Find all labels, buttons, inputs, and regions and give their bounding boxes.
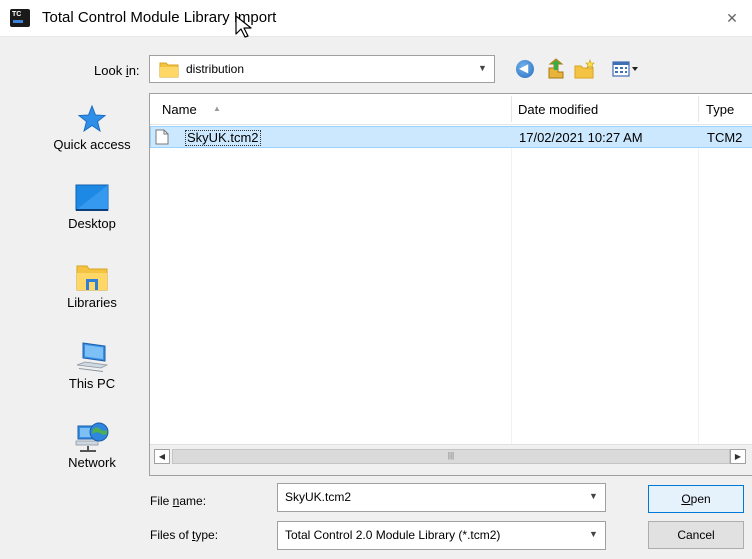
chevron-down-icon[interactable]: ▼	[589, 529, 598, 539]
star-icon	[77, 104, 107, 133]
look-in-dropdown[interactable]: distribution ▼	[149, 55, 495, 83]
place-network[interactable]: Network	[27, 420, 157, 470]
column-header-type[interactable]: Type	[706, 102, 734, 117]
file-icon	[155, 129, 169, 145]
place-label: This PC	[68, 376, 116, 391]
column-gridline	[511, 124, 512, 460]
back-arrow-icon: ◀	[519, 61, 529, 75]
place-label: Desktop	[68, 216, 116, 231]
chevron-down-icon[interactable]: ▼	[589, 491, 598, 501]
new-folder-button[interactable]	[573, 58, 597, 80]
place-desktop[interactable]: Desktop	[27, 183, 157, 231]
file-type-value: Total Control 2.0 Module Library (*.tcm2…	[285, 528, 501, 542]
import-dialog: TC Total Control Module Library Import ✕…	[0, 0, 752, 559]
chevron-down-icon: ▼	[478, 63, 487, 73]
computer-icon	[76, 342, 109, 372]
file-list[interactable]: Name ▲ Date modified Type SkyUK.tcm2 17/…	[149, 93, 752, 476]
file-name-cell: SkyUK.tcm2	[185, 130, 261, 146]
scroll-right-button[interactable]: ▶	[730, 449, 746, 464]
sort-ascending-icon: ▲	[213, 104, 221, 113]
place-label: Libraries	[67, 295, 117, 310]
up-one-level-button[interactable]	[545, 58, 567, 80]
file-date-cell: 17/02/2021 10:27 AM	[519, 130, 643, 145]
file-list-header: Name ▲ Date modified Type	[150, 94, 752, 125]
scroll-left-button[interactable]: ◀	[154, 449, 170, 464]
view-menu-button[interactable]	[611, 59, 639, 79]
horizontal-scrollbar[interactable]: ◀ ||| ▶	[150, 444, 752, 475]
close-button[interactable]: ✕	[722, 9, 742, 27]
libraries-icon	[76, 265, 108, 291]
file-row[interactable]: SkyUK.tcm2 17/02/2021 10:27 AM TCM2	[150, 126, 752, 148]
desktop-icon	[75, 184, 109, 211]
column-header-date-modified[interactable]: Date modified	[518, 102, 598, 117]
network-icon	[75, 422, 109, 452]
back-button[interactable]: ◀	[516, 60, 534, 78]
column-divider[interactable]	[511, 96, 512, 122]
column-gridline	[698, 124, 699, 460]
app-icon-text: TC	[12, 11, 22, 18]
title-bar[interactable]: TC Total Control Module Library Import ✕	[0, 0, 752, 37]
file-type-cell: TCM2	[707, 130, 743, 145]
file-type-label: Files of type:	[150, 528, 219, 542]
look-in-label: Look in:	[94, 63, 140, 78]
place-label: Quick access	[53, 137, 131, 152]
place-this-pc[interactable]: This PC	[27, 341, 157, 391]
folder-icon	[159, 62, 179, 78]
mouse-cursor-icon	[235, 15, 252, 38]
place-quick-access[interactable]: Quick access	[27, 104, 157, 152]
app-icon: TC	[10, 9, 30, 27]
column-divider[interactable]	[698, 96, 699, 122]
cancel-button[interactable]: Cancel	[648, 521, 744, 549]
file-type-dropdown[interactable]: Total Control 2.0 Module Library (*.tcm2…	[277, 521, 606, 550]
place-libraries[interactable]: Libraries	[27, 262, 157, 310]
look-in-value: distribution	[186, 62, 245, 76]
file-name-value: SkyUK.tcm2	[285, 490, 352, 504]
column-header-name[interactable]: Name	[162, 102, 197, 117]
file-name-label: File name:	[150, 494, 207, 508]
open-button[interactable]: Open	[648, 485, 744, 513]
place-label: Network	[68, 455, 116, 470]
scrollbar-thumb[interactable]: |||	[172, 449, 730, 464]
file-name-input[interactable]: SkyUK.tcm2 ▼	[277, 483, 606, 512]
